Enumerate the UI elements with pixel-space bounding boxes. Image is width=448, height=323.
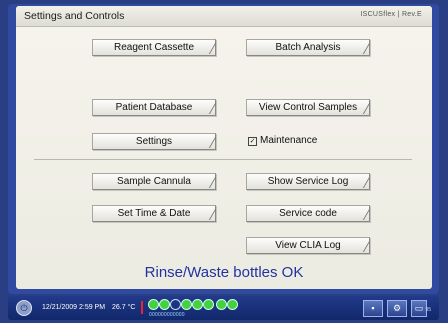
datetime: 12/21/2009 2:59 PM	[42, 304, 106, 311]
taskbar: ⏻ 12/21/2009 2:59 PM 26.7 °C 00000000000…	[8, 296, 439, 320]
batch-analysis-button[interactable]: Batch Analysis	[246, 39, 370, 56]
rack-position-labels: 000000000000	[149, 312, 185, 318]
brand-label: ISCUSflex | Rev.E	[360, 11, 422, 18]
view-clia-log-button[interactable]: View CLIA Log	[246, 237, 370, 254]
rack-dot-icon	[159, 299, 170, 310]
status-separator	[141, 301, 143, 314]
reagent-cassette-button[interactable]: Reagent Cassette	[92, 39, 216, 56]
sample-cannula-button[interactable]: Sample Cannula	[92, 173, 216, 190]
view-control-samples-button[interactable]: View Control Samples	[246, 99, 370, 116]
rack-dot-icon	[192, 299, 203, 310]
rack-dot-icon	[181, 299, 192, 310]
settings-button[interactable]: Settings	[92, 133, 216, 150]
rack-status-indicators: 000000000000	[148, 299, 238, 319]
rack-dot-empty-icon	[170, 299, 181, 310]
rack-dot-icon	[227, 299, 238, 310]
power-icon[interactable]: ⏻	[16, 300, 32, 316]
status-message: Rinse/Waste bottles OK	[144, 264, 304, 281]
settings-gear-icon[interactable]: ⚙	[387, 300, 407, 317]
service-code-button[interactable]: Service code	[246, 205, 370, 222]
rack-dot-icon	[148, 299, 159, 310]
show-service-log-button[interactable]: Show Service Log	[246, 173, 370, 190]
maintenance-checkbox-row[interactable]: ✓ Maintenance	[248, 135, 317, 146]
temperature: 26.7 °C	[112, 304, 136, 311]
page-title: Settings and Controls	[24, 10, 125, 22]
network-icon[interactable]: ▪	[363, 300, 383, 317]
maintenance-label: Maintenance	[260, 135, 318, 146]
patient-database-button[interactable]: Patient Database	[92, 99, 216, 116]
panel-header: Settings and Controls ISCUSflex | Rev.E	[16, 6, 432, 27]
set-time-date-button[interactable]: Set Time & Date	[92, 205, 216, 222]
version-label: 95	[425, 307, 431, 313]
settings-panel: Settings and Controls ISCUSflex | Rev.E …	[16, 6, 432, 289]
section-divider	[34, 159, 412, 160]
maintenance-checkbox[interactable]: ✓	[248, 137, 257, 146]
rack-dot-icon	[203, 299, 214, 310]
rack-dot-icon	[216, 299, 227, 310]
